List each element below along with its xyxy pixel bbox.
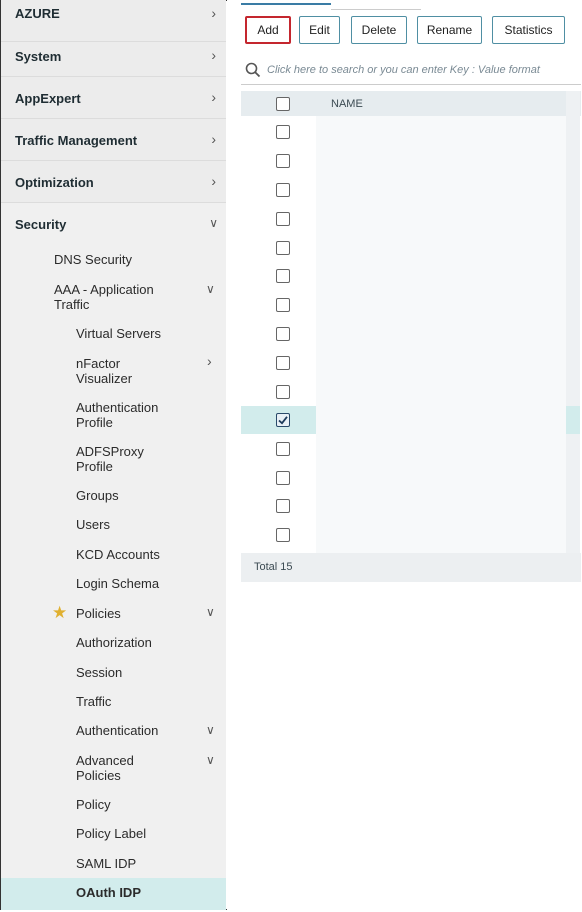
sidebar-item-login-schema[interactable]: Login Schema xyxy=(76,576,191,591)
chevron-right-icon: › xyxy=(211,5,216,21)
sidebar-item-saml-idp[interactable]: SAML IDP xyxy=(76,856,191,871)
chevron-right-icon: › xyxy=(211,173,216,189)
sidebar-item-policy-label[interactable]: Policy Label xyxy=(76,826,191,841)
row-checkbox[interactable] xyxy=(276,499,290,513)
sidebar-item-policy[interactable]: Policy xyxy=(76,797,191,812)
row-checkbox[interactable] xyxy=(276,385,290,399)
chevron-down-icon[interactable]: ∨ xyxy=(206,605,215,619)
search-input[interactable]: Click here to search or you can enter Ke… xyxy=(241,56,581,85)
sidebar-item-appexpert[interactable]: AppExpert › xyxy=(1,77,226,119)
sidebar-item-label: Security xyxy=(15,217,67,232)
row-checkbox[interactable] xyxy=(276,241,290,255)
row-checkbox[interactable] xyxy=(276,183,290,197)
chevron-right-icon[interactable]: › xyxy=(207,353,212,369)
chevron-right-icon: › xyxy=(211,89,216,105)
sidebar-item-label: AppExpert xyxy=(15,91,81,106)
chevron-down-icon[interactable]: ∨ xyxy=(206,282,215,296)
sidebar-item-users[interactable]: Users xyxy=(76,517,191,532)
table-footer: Total 15 xyxy=(241,553,581,582)
total-count: Total 15 xyxy=(254,561,293,573)
sidebar-item-groups[interactable]: Groups xyxy=(76,488,191,503)
sidebar-item-system[interactable]: System › xyxy=(1,35,226,77)
right-column-strip xyxy=(566,91,580,553)
row-checkbox[interactable] xyxy=(276,528,290,542)
selected-row-highlight xyxy=(566,406,580,434)
sidebar-item-authentication[interactable]: Authentication xyxy=(76,723,191,738)
sidebar-item-security[interactable]: Security ∨ xyxy=(1,203,226,245)
sidebar-item-label: Optimization xyxy=(15,175,94,190)
sidebar-item-policies[interactable]: Policies xyxy=(76,606,191,621)
row-checkbox[interactable] xyxy=(276,154,290,168)
chevron-down-icon[interactable]: ∨ xyxy=(206,753,215,767)
row-checkbox[interactable] xyxy=(276,442,290,456)
sidebar-item-label: AZURE xyxy=(15,6,60,21)
chevron-down-icon: ∨ xyxy=(209,216,218,230)
edit-button[interactable]: Edit xyxy=(299,16,340,44)
tab-divider xyxy=(331,9,421,10)
sidebar-item-label: Traffic Management xyxy=(15,133,138,148)
row-checkbox-checked[interactable] xyxy=(276,413,290,427)
name-column-body xyxy=(316,116,566,553)
sidebar-item-authorization[interactable]: Authorization xyxy=(76,635,191,650)
sidebar: AZURE › System › AppExpert › Traffic Man… xyxy=(1,0,226,910)
row-checkbox[interactable] xyxy=(276,212,290,226)
delete-button[interactable]: Delete xyxy=(351,16,407,44)
row-checkbox[interactable] xyxy=(276,298,290,312)
row-checkbox[interactable] xyxy=(276,125,290,139)
sidebar-item-virtual-servers[interactable]: Virtual Servers xyxy=(76,326,191,341)
sidebar-item-aaa-application-traffic[interactable]: AAA - Application Traffic xyxy=(54,282,174,312)
sidebar-item-label: System xyxy=(15,49,62,64)
row-checkbox[interactable] xyxy=(276,356,290,370)
sidebar-item-advanced-policies[interactable]: Advanced Policies xyxy=(76,753,156,783)
search-icon xyxy=(245,62,261,83)
column-header-name[interactable]: NAME xyxy=(331,98,363,110)
add-button[interactable]: Add xyxy=(245,16,291,44)
star-icon[interactable]: ★ xyxy=(52,603,67,623)
sidebar-item-kcd-accounts[interactable]: KCD Accounts xyxy=(76,547,191,562)
table-header: NAME xyxy=(241,91,581,116)
active-tab-indicator xyxy=(241,3,331,5)
select-all-checkbox[interactable] xyxy=(276,97,290,111)
sidebar-item-traffic[interactable]: Traffic xyxy=(76,694,191,709)
chevron-right-icon: › xyxy=(211,47,216,63)
sidebar-item-dns-security[interactable]: DNS Security xyxy=(54,252,194,267)
chevron-down-icon[interactable]: ∨ xyxy=(206,723,215,737)
row-checkbox[interactable] xyxy=(276,269,290,283)
checkmark-icon xyxy=(278,416,288,425)
sidebar-item-authentication-profile[interactable]: Authentication Profile xyxy=(76,400,176,430)
sidebar-item-nfactor-visualizer[interactable]: nFactor Visualizer xyxy=(76,356,146,386)
statistics-button[interactable]: Statistics xyxy=(492,16,565,44)
sidebar-item-traffic-management[interactable]: Traffic Management › xyxy=(1,119,226,161)
sidebar-item-session[interactable]: Session xyxy=(76,665,191,680)
rename-button[interactable]: Rename xyxy=(417,16,482,44)
chevron-right-icon: › xyxy=(211,131,216,147)
row-checkbox[interactable] xyxy=(276,471,290,485)
main-content: Add Edit Delete Rename Statistics Click … xyxy=(227,0,581,910)
sidebar-item-oauth-idp[interactable]: OAuth IDP xyxy=(76,885,191,900)
row-checkbox[interactable] xyxy=(276,327,290,341)
sidebar-item-adfsproxy-profile[interactable]: ADFSProxy Profile xyxy=(76,444,156,474)
sidebar-item-optimization[interactable]: Optimization › xyxy=(1,161,226,203)
search-placeholder: Click here to search or you can enter Ke… xyxy=(267,64,540,76)
